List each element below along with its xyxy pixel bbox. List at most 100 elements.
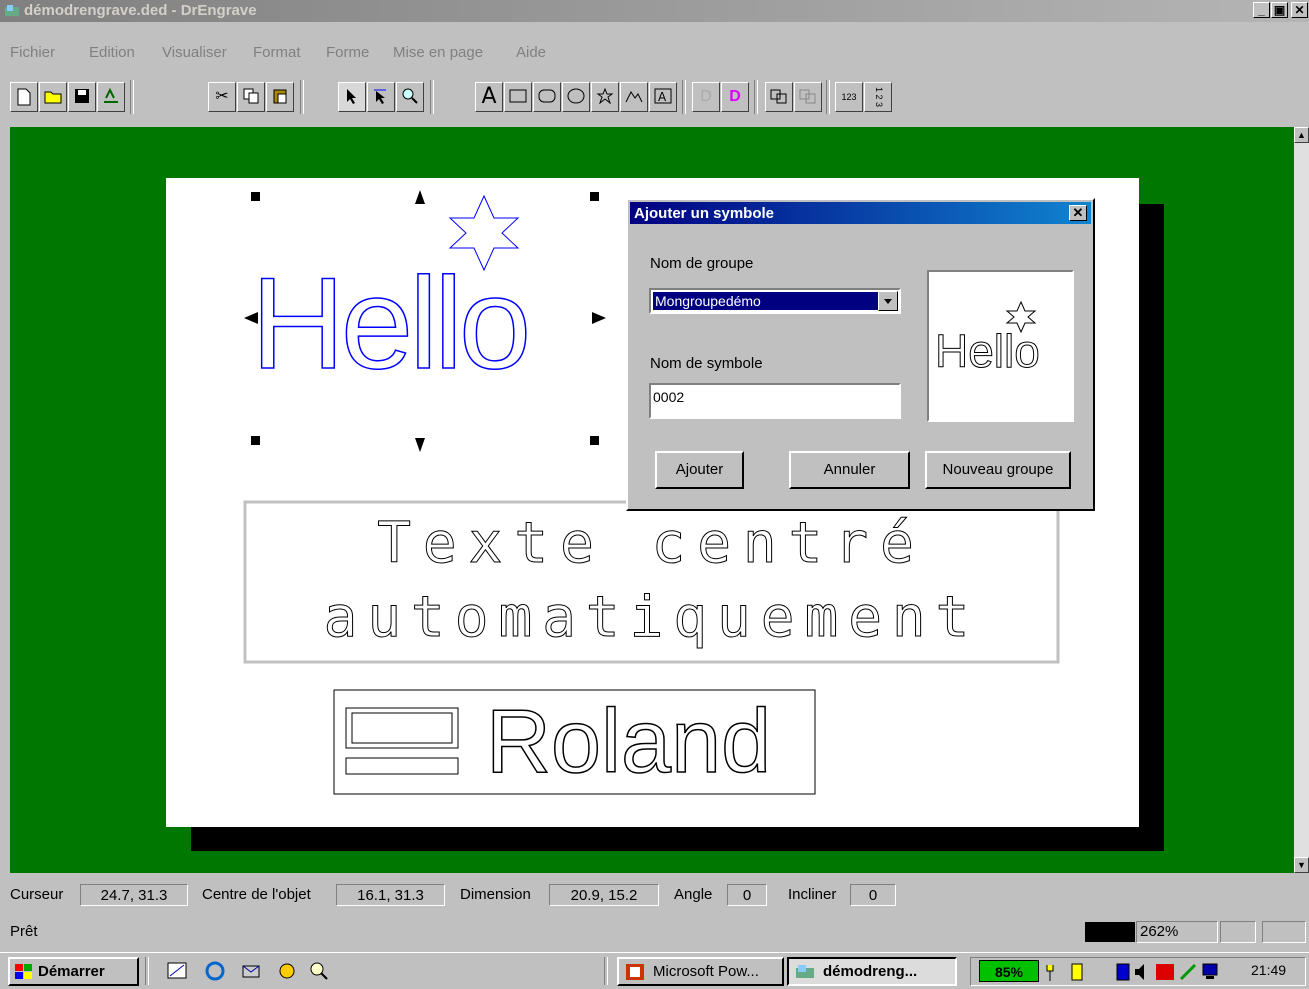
dialog-close-icon[interactable]: ✕ (1069, 205, 1087, 221)
menu-aide[interactable]: Aide (516, 44, 546, 61)
polyline-icon[interactable] (620, 82, 648, 112)
power-plug-icon[interactable] (1043, 961, 1057, 983)
group-name-select[interactable]: Mongroupedémo (649, 288, 901, 314)
cancel-button[interactable]: Annuler (789, 451, 910, 489)
dialog-title-bar: Ajouter un symbole ✕ (630, 202, 1091, 224)
zoom-level: 262% (1136, 921, 1218, 943)
scroll-up-icon[interactable]: ▲ (1294, 127, 1309, 143)
menu-mise-en-page[interactable]: Mise en page (393, 44, 483, 61)
ati-icon[interactable] (1155, 961, 1175, 983)
angle-label: Angle (674, 886, 713, 903)
centered-text-line1[interactable]: Texte centré (245, 513, 1058, 574)
selection-handle (590, 192, 599, 201)
menu-bar: Fichier Edition Visualiser Format Forme … (0, 40, 1309, 66)
task-drengrave[interactable]: démodreng... (787, 957, 957, 986)
clock: 21:49 (1251, 962, 1287, 978)
rectangle-icon[interactable] (504, 82, 532, 112)
outlook-express-icon[interactable] (240, 960, 262, 982)
new-group-button[interactable]: Nouveau groupe (925, 451, 1071, 489)
add-button[interactable]: Ajouter (655, 451, 744, 489)
task-drengrave-label: démodreng... (823, 963, 918, 980)
menu-fichier[interactable]: Fichier (10, 44, 55, 61)
menu-format[interactable]: Format (253, 44, 301, 61)
app-icon (5, 5, 19, 16)
symbol-name-label: Nom de symbole (650, 355, 763, 372)
volume-icon[interactable] (1133, 961, 1151, 983)
scroll-down-icon[interactable]: ▼ (1294, 857, 1309, 873)
preview-hello-text: Hello (935, 325, 1041, 378)
add-symbol-dialog: Ajouter un symbole ✕ Nom de groupe Mongr… (626, 198, 1095, 511)
pc-card-icon[interactable] (1115, 961, 1131, 983)
selection-handle (590, 436, 599, 445)
symbol-preview: Hello (927, 270, 1074, 422)
engrave-output-icon[interactable] (97, 82, 125, 112)
show-desktop-icon[interactable] (166, 960, 188, 982)
angle-value: 0 (727, 884, 767, 906)
centered-text-line2[interactable]: automatiquement (245, 587, 1058, 648)
d-symbol-icon[interactable]: D (721, 82, 749, 112)
roland-logo-text[interactable]: Roland (485, 693, 772, 791)
center-value: 16.1, 31.3 (336, 884, 445, 906)
close-button[interactable]: ✕ (1291, 2, 1308, 18)
cursor-label: Curseur (10, 886, 64, 903)
select-arrow-icon[interactable] (338, 82, 366, 112)
incline-value: 0 (850, 884, 896, 906)
task-powerpoint-label: Microsoft Pow... (653, 963, 759, 980)
vertical-scrollbar[interactable]: ▲ ▼ (1294, 127, 1309, 873)
svg-text:A: A (658, 90, 667, 104)
taskbar: Démarrer Microsoft Pow... démodreng... 8… (0, 952, 1309, 989)
rotate-handle-top (415, 190, 425, 204)
menu-visualiser[interactable]: Visualiser (162, 44, 227, 61)
display-icon[interactable] (1201, 961, 1219, 983)
center-label: Centre de l'objet (202, 886, 311, 903)
paste-icon[interactable] (266, 82, 294, 112)
maximize-button[interactable]: ▣ (1271, 2, 1288, 18)
symbol-name-input[interactable]: 0002 (649, 383, 901, 419)
text-tool-icon[interactable]: A (475, 82, 503, 112)
ungroup-icon[interactable] (794, 82, 822, 112)
status-pane-empty (1220, 921, 1256, 943)
disabled-d-icon: D (692, 82, 720, 112)
channels-icon[interactable] (276, 960, 298, 982)
start-button[interactable]: Démarrer (8, 957, 139, 986)
task-powerpoint[interactable]: Microsoft Pow... (617, 957, 784, 986)
menu-forme[interactable]: Forme (326, 44, 369, 61)
status-pane-empty (1262, 921, 1306, 943)
internet-explorer-icon[interactable] (204, 960, 226, 982)
battery-icon[interactable] (1069, 961, 1085, 983)
minimize-button[interactable]: _ (1253, 2, 1270, 18)
status-line: Prêt 262% (0, 918, 1309, 946)
menu-edition[interactable]: Edition (89, 44, 135, 61)
zoom-icon[interactable] (396, 82, 424, 112)
scheduler-icon[interactable] (1179, 961, 1197, 983)
rotate-handle-bottom (415, 438, 425, 452)
selection-handle (251, 436, 260, 445)
group-icon[interactable] (765, 82, 793, 112)
hello-text[interactable]: Hello (250, 257, 532, 389)
color-swatch (1085, 922, 1135, 942)
chevron-down-icon[interactable] (878, 291, 898, 311)
rounded-rectangle-icon[interactable] (533, 82, 561, 112)
copy-icon[interactable] (237, 82, 265, 112)
new-file-icon[interactable] (10, 82, 38, 112)
title-bar: démodrengrave.ded - DrEngrave _ ▣ ✕ (0, 0, 1309, 22)
dimension-label: Dimension (460, 886, 531, 903)
star-icon[interactable] (591, 82, 619, 112)
powerpoint-icon (626, 964, 644, 980)
group-name-label: Nom de groupe (650, 255, 754, 272)
numbering-icon[interactable]: 123 (835, 82, 863, 112)
rotate-handle-right (592, 312, 606, 324)
node-edit-icon[interactable] (367, 82, 395, 112)
text-frame-icon[interactable]: A (649, 82, 677, 112)
fraction-icon[interactable]: 1 2 3 (864, 82, 892, 112)
cursor-value: 24.7, 31.3 (80, 884, 188, 906)
save-icon[interactable] (68, 82, 96, 112)
system-tray: 85% 21:49 (970, 957, 1306, 986)
open-folder-icon[interactable] (39, 82, 67, 112)
cut-icon[interactable]: ✂ (208, 82, 236, 112)
group-name-value: Mongroupedémo (652, 291, 880, 311)
battery-percent[interactable]: 85% (979, 960, 1039, 982)
ellipse-icon[interactable] (562, 82, 590, 112)
windows-logo-icon (15, 964, 32, 979)
search-icon[interactable] (308, 960, 330, 982)
